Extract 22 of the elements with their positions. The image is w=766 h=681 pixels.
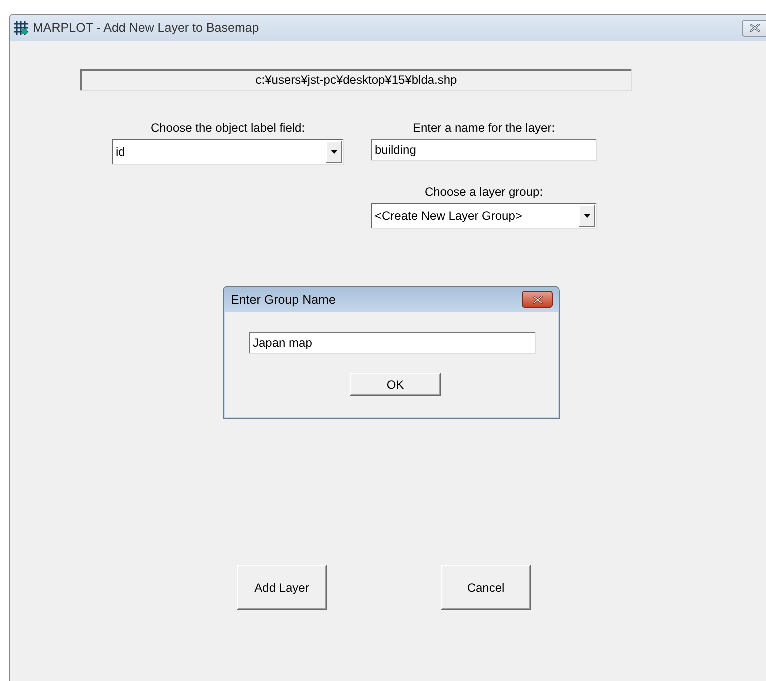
ok-button[interactable]: OK — [350, 373, 441, 396]
dialog-button[interactable]: Add Layer — [237, 565, 327, 610]
dropdown[interactable]: <Create New Layer Group> — [371, 203, 597, 229]
dropdown-button[interactable] — [326, 141, 342, 163]
close-icon — [532, 296, 542, 304]
dropdown[interactable]: id — [112, 139, 344, 165]
close-icon — [750, 24, 760, 32]
window-title: MARPLOT - Add New Layer to Basemap — [33, 21, 260, 35]
close-button[interactable] — [522, 291, 553, 308]
dialog-button[interactable]: Cancel — [441, 565, 531, 610]
file-path-field: c:¥users¥jst-pc¥desktop¥15¥blda.shp — [80, 69, 632, 91]
input-field[interactable]: building — [371, 139, 597, 161]
caret-icon — [330, 150, 338, 154]
close-button[interactable] — [742, 20, 766, 36]
field-label: Choose a layer group: — [424, 185, 544, 199]
caret-icon — [584, 214, 590, 218]
input-field[interactable]: Japan map — [249, 332, 536, 354]
dropdown-button[interactable] — [579, 205, 595, 227]
app-icon — [13, 20, 29, 36]
field-label: Enter a name for the layer: — [412, 121, 556, 135]
field-label: Choose the object label field: — [150, 121, 306, 135]
dialog-title: Enter Group Name — [231, 292, 337, 306]
